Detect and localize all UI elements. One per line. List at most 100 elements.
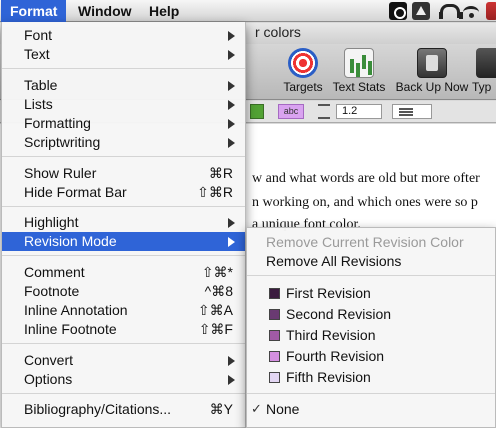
backup-drive-icon (417, 48, 447, 78)
menu-item-label: Footnote (24, 283, 80, 299)
format-menu: Font Text Table Lists Formatting Scriptw… (1, 22, 246, 428)
menu-item-inline-annotation[interactable]: Inline Annotation ⇧⌘A (2, 301, 245, 320)
menu-item-label: Third Revision (286, 327, 376, 343)
highlight-color-button[interactable]: abc (278, 104, 304, 119)
text-stats-label: Text Stats (332, 80, 386, 94)
submenu-arrow-icon (228, 119, 235, 129)
menu-format[interactable]: Format (1, 0, 67, 22)
menu-separator (247, 393, 495, 394)
menu-item-first-revision[interactable]: First Revision (247, 283, 496, 303)
typewriter-icon (476, 48, 496, 78)
menu-item-highlight[interactable]: Highlight (2, 213, 245, 232)
menu-item-label: Show Ruler (24, 165, 97, 181)
list-style-select[interactable] (392, 104, 432, 119)
menu-item-bibliography-citations[interactable]: Bibliography/Citations... ⌘Y (2, 400, 245, 419)
menu-item-shortcut: ^⌘8 (204, 283, 233, 299)
menu-separator (2, 255, 245, 256)
menu-separator (2, 393, 245, 394)
menu-window[interactable]: Window (69, 0, 141, 22)
menu-item-comment[interactable]: Comment ⇧⌘* (2, 263, 245, 282)
text-color-swatch[interactable] (250, 104, 264, 119)
menu-item-remove-current-revision-color[interactable]: Remove Current Revision Color (247, 232, 496, 252)
type-button[interactable]: Typ (472, 48, 496, 94)
menu-item-shortcut: ⇧⌘R (197, 184, 233, 200)
menu-separator (2, 343, 245, 344)
menu-item-shortcut: ⌘Y (209, 401, 233, 417)
checkmark-icon: ✓ (251, 401, 262, 416)
menu-item-label: Fourth Revision (286, 348, 385, 364)
menu-item-lists[interactable]: Lists (2, 95, 245, 114)
text-stats-button[interactable]: Text Stats (330, 48, 388, 94)
menu-item-label: Fifth Revision (286, 369, 371, 385)
bar-chart-icon (344, 48, 374, 78)
menu-item-label: Text (24, 46, 50, 62)
targets-button[interactable]: Targets (277, 48, 329, 94)
revision-color-swatch (269, 309, 280, 320)
drive-icon[interactable] (412, 2, 430, 20)
menu-help[interactable]: Help (140, 0, 188, 22)
menu-item-fifth-revision[interactable]: Fifth Revision (247, 367, 496, 387)
menu-separator (2, 68, 245, 69)
menu-separator (2, 156, 245, 157)
menu-separator (247, 275, 495, 276)
menu-item-label: Table (24, 77, 58, 93)
menu-item-scriptwriting[interactable]: Scriptwriting (2, 133, 245, 152)
menu-item-label: Options (24, 371, 73, 387)
submenu-arrow-icon (228, 138, 235, 148)
menu-item-footnote[interactable]: Footnote ^⌘8 (2, 282, 245, 301)
menu-separator (2, 206, 245, 207)
menu-item-none[interactable]: ✓ None (247, 399, 496, 419)
submenu-arrow-icon (228, 100, 235, 110)
menu-item-shortcut: ⇧⌘A (197, 302, 233, 318)
menu-item-text[interactable]: Text (2, 45, 245, 64)
revision-color-swatch (269, 288, 280, 299)
menu-item-second-revision[interactable]: Second Revision (247, 304, 496, 324)
headphones-icon[interactable] (438, 2, 463, 20)
menu-item-show-ruler[interactable]: Show Ruler ⌘R (2, 164, 245, 183)
menu-item-label: Formatting (24, 115, 91, 131)
menu-item-formatting[interactable]: Formatting (2, 114, 245, 133)
menu-item-label: Highlight (24, 214, 79, 230)
menu-item-label: Convert (24, 352, 74, 368)
menu-item-label: Lists (24, 96, 53, 112)
line-spacing-icon (318, 104, 330, 119)
type-label: Typ (472, 80, 492, 94)
menu-item-inline-footnote[interactable]: Inline Footnote ⇧⌘F (2, 320, 245, 339)
menu-item-label: Inline Footnote (24, 321, 117, 337)
menu-item-shortcut: ⇧⌘* (201, 264, 233, 280)
menu-item-fourth-revision[interactable]: Fourth Revision (247, 346, 496, 366)
menu-item-table[interactable]: Table (2, 76, 245, 95)
document-line: n working on, and which ones were so p (252, 195, 478, 210)
menu-item-label: Bibliography/Citations... (24, 401, 172, 417)
menu-item-remove-all-revisions[interactable]: Remove All Revisions (247, 251, 496, 271)
flag-icon[interactable] (486, 2, 496, 20)
menu-item-label: Remove All Revisions (266, 253, 402, 269)
submenu-arrow-icon (228, 50, 235, 60)
revision-color-swatch (269, 330, 280, 341)
menu-item-shortcut: ⌘R (208, 165, 233, 181)
menu-bar: Format Window Help (0, 0, 496, 22)
line-spacing-select[interactable]: 1.2 (336, 104, 382, 119)
submenu-arrow-icon (228, 356, 235, 366)
menu-item-options[interactable]: Options (2, 370, 245, 389)
menu-item-convert[interactable]: Convert (2, 351, 245, 370)
menu-item-label: None (266, 401, 300, 417)
menu-item-label: Comment (24, 264, 85, 280)
menu-item-hide-format-bar[interactable]: Hide Format Bar ⇧⌘R (2, 183, 245, 202)
menu-item-shortcut: ⇧⌘F (198, 321, 233, 337)
menu-item-font[interactable]: Font (2, 26, 245, 45)
document-line: w and what words are old but more ofter (252, 171, 480, 186)
camera-icon[interactable] (389, 2, 407, 20)
submenu-arrow-icon (228, 237, 235, 247)
revision-color-swatch (269, 372, 280, 383)
menu-item-third-revision[interactable]: Third Revision (247, 325, 496, 345)
menu-item-label: Revision Mode (24, 233, 117, 249)
submenu-arrow-icon (228, 31, 235, 41)
targets-label: Targets (283, 80, 323, 94)
menu-item-label: Inline Annotation (24, 302, 128, 318)
menu-item-revision-mode[interactable]: Revision Mode (2, 232, 245, 251)
menu-item-label: Scriptwriting (24, 134, 101, 150)
back-up-now-button[interactable]: Back Up Now (394, 48, 470, 94)
menu-item-label: Font (24, 27, 53, 43)
wifi-icon[interactable] (463, 2, 481, 20)
